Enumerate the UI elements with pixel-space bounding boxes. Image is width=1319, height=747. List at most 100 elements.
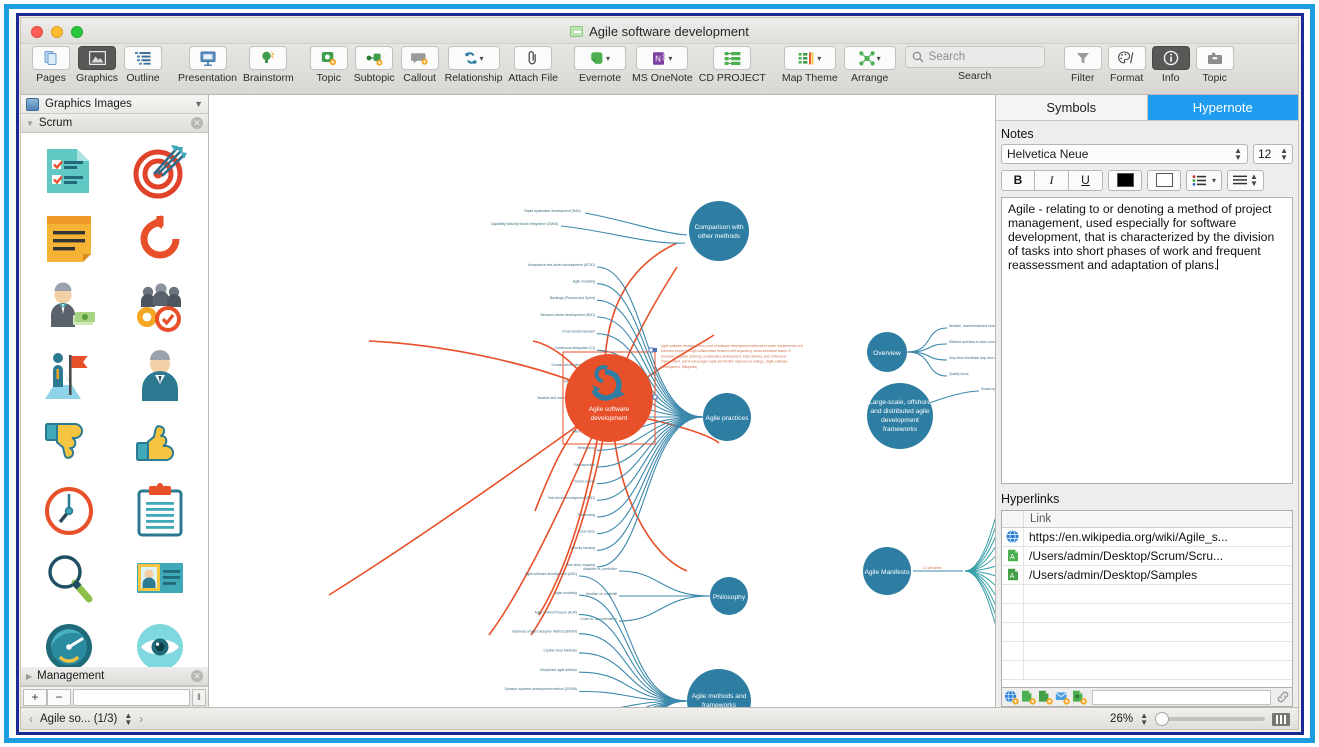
mindmap-diagram[interactable]: .bn { fill:#2e7ea3; } .bl { stroke:#3b88…: [209, 95, 996, 707]
zoom-slider-knob[interactable]: [1155, 712, 1169, 726]
zoom-stepper-icon[interactable]: ▲ ▼: [1140, 712, 1148, 727]
underline-button[interactable]: U: [1069, 169, 1103, 191]
chevron-down-icon[interactable]: ▾: [606, 54, 610, 63]
topic-button-surface[interactable]: [309, 46, 348, 70]
subtopic-button-surface[interactable]: [355, 46, 394, 70]
add-library-button[interactable]: +: [23, 688, 47, 706]
presentation-button-surface[interactable]: [188, 46, 227, 70]
library-item-thumbs-up[interactable]: [115, 409, 207, 477]
search-group[interactable]: Search Search: [899, 44, 1051, 82]
outline-button-surface[interactable]: [124, 46, 163, 70]
table-row[interactable]: A /Users/admin/Desktop/Scrum/Scru...: [1002, 546, 1292, 566]
brainstorm-button-surface[interactable]: [249, 46, 288, 70]
toolbar-button-callout[interactable]: Callout: [398, 44, 442, 84]
resize-grip-handle[interactable]: ‖: [192, 688, 206, 706]
previous-page-button[interactable]: ‹: [29, 712, 33, 726]
library-item-notes-document[interactable]: [23, 205, 115, 273]
library-item-clock[interactable]: [23, 477, 115, 545]
relationship-button-surface[interactable]: ▾: [447, 46, 500, 70]
notes-textarea[interactable]: Agile - relating to or denoting a method…: [1001, 196, 1293, 484]
library-search-input[interactable]: [73, 688, 190, 706]
chevron-down-icon[interactable]: ▾: [668, 54, 672, 63]
toolbar-button-cd-project[interactable]: CD PROJECT: [696, 44, 769, 84]
pages-button-surface[interactable]: [32, 46, 70, 70]
library-item-gauge[interactable]: [23, 613, 115, 667]
library-item-businessman-money[interactable]: [23, 273, 115, 341]
page-indicator[interactable]: Agile so... (1/3): [40, 713, 117, 725]
chevron-down-icon[interactable]: ▼: [194, 99, 203, 109]
library-item-target-arrows[interactable]: [115, 137, 207, 205]
library-item-thumbs-down[interactable]: [23, 409, 115, 477]
add-folder-link-button[interactable]: [1038, 690, 1053, 705]
toolbar-button-info[interactable]: Info: [1149, 44, 1193, 84]
font-family-select[interactable]: Helvetica Neue ▲ ▼: [1001, 143, 1248, 164]
italic-button[interactable]: I: [1035, 169, 1069, 191]
toolbar-button-map-theme[interactable]: ▾ Map Theme: [779, 44, 841, 84]
page-stepper-icon[interactable]: ▲ ▼: [124, 712, 132, 727]
stepper-icon[interactable]: ▲ ▼: [1234, 146, 1242, 161]
table-row[interactable]: [1002, 641, 1292, 661]
category-header-scrum[interactable]: ▼ Scrum ✕: [21, 114, 208, 133]
background-color-button[interactable]: [1147, 169, 1181, 191]
library-item-clipboard[interactable]: [115, 477, 207, 545]
toolbar-button-evernote[interactable]: ▾ Evernote: [571, 44, 629, 84]
open-link-icon[interactable]: [1276, 690, 1290, 704]
filter-button-surface[interactable]: [1063, 46, 1102, 70]
toolbar-button-attach-file[interactable]: Attach File: [505, 44, 561, 84]
toolbar-button-brainstorm[interactable]: Brainstorm: [240, 44, 297, 84]
table-row[interactable]: [1002, 660, 1292, 680]
chevron-down-icon[interactable]: ▾: [1212, 176, 1216, 185]
tab-symbols[interactable]: Symbols: [996, 95, 1148, 121]
toolbar-button-pages[interactable]: Pages: [29, 44, 73, 84]
toolbar-button-format[interactable]: Format: [1105, 44, 1149, 84]
search-input[interactable]: Search: [904, 46, 1045, 68]
library-item-team-gears-check[interactable]: [115, 273, 207, 341]
info-button-surface[interactable]: [1151, 46, 1190, 70]
add-page-link-button[interactable]: [1072, 690, 1087, 705]
bold-button[interactable]: B: [1001, 169, 1035, 191]
stepper-icon[interactable]: ▲ ▼: [1250, 173, 1258, 188]
add-file-link-button[interactable]: [1021, 690, 1036, 705]
table-row[interactable]: [1002, 603, 1292, 623]
arrange-button-surface[interactable]: ▾: [843, 46, 896, 70]
list-style-button[interactable]: ▾: [1186, 169, 1223, 191]
toolbar-button-graphics[interactable]: Graphics: [73, 44, 121, 84]
callout-button-surface[interactable]: [400, 46, 439, 70]
chevron-down-icon[interactable]: ▾: [480, 54, 484, 63]
chevron-down-icon[interactable]: ▾: [817, 54, 821, 63]
toolbar-button-ms-onenote[interactable]: N ▾ MS OneNote: [629, 44, 696, 84]
table-row[interactable]: A /Users/admin/Desktop/Samples: [1002, 565, 1292, 585]
ms-onenote-button-surface[interactable]: N ▾: [636, 46, 689, 70]
table-row[interactable]: [1002, 584, 1292, 604]
hyperlinks-table[interactable]: Link https://en.wikipedia.org/wiki/Agile…: [1001, 509, 1293, 689]
library-item-leader-flag-mountain[interactable]: [23, 341, 115, 409]
attach-file-button-surface[interactable]: [514, 46, 553, 70]
chevron-down-icon[interactable]: ▾: [877, 54, 881, 63]
evernote-button-surface[interactable]: ▾: [574, 46, 627, 70]
disclosure-triangle-icon[interactable]: ▶: [26, 672, 32, 681]
font-size-select[interactable]: 12 ▲ ▼: [1253, 143, 1293, 164]
toolbar-button-topic[interactable]: Topic: [307, 44, 351, 84]
table-row[interactable]: https://en.wikipedia.org/wiki/Agile_s...: [1002, 527, 1292, 547]
library-item-id-card[interactable]: [115, 545, 207, 613]
toolbar-button-presentation[interactable]: Presentation: [175, 44, 240, 84]
graphics-button-surface[interactable]: [78, 46, 116, 70]
toolbar-button-subtopic[interactable]: Subtopic: [351, 44, 398, 84]
tab-hypernote[interactable]: Hypernote: [1147, 95, 1298, 121]
map-theme-button-surface[interactable]: ▾: [783, 46, 836, 70]
text-color-button[interactable]: [1108, 169, 1142, 191]
library-item-eye[interactable]: [115, 613, 207, 667]
library-item-checklist-document[interactable]: [23, 137, 115, 205]
alignment-button[interactable]: ▲ ▼: [1227, 169, 1264, 191]
close-icon[interactable]: ✕: [191, 117, 203, 129]
mindmap-canvas[interactable]: .bn { fill:#2e7ea3; } .bl { stroke:#3b88…: [209, 95, 996, 707]
library-item-businessman-avatar[interactable]: [115, 341, 207, 409]
next-page-button[interactable]: ›: [139, 712, 143, 726]
zoom-slider[interactable]: [1155, 712, 1265, 726]
format-button-surface[interactable]: [1107, 46, 1146, 70]
toolbar-button-topic-panel[interactable]: Topic: [1193, 44, 1237, 84]
fit-page-icon[interactable]: [1272, 712, 1290, 726]
cd-project-button-surface[interactable]: [713, 46, 752, 70]
stepper-icon[interactable]: ▲ ▼: [1280, 146, 1288, 161]
add-url-link-button[interactable]: [1004, 690, 1019, 705]
